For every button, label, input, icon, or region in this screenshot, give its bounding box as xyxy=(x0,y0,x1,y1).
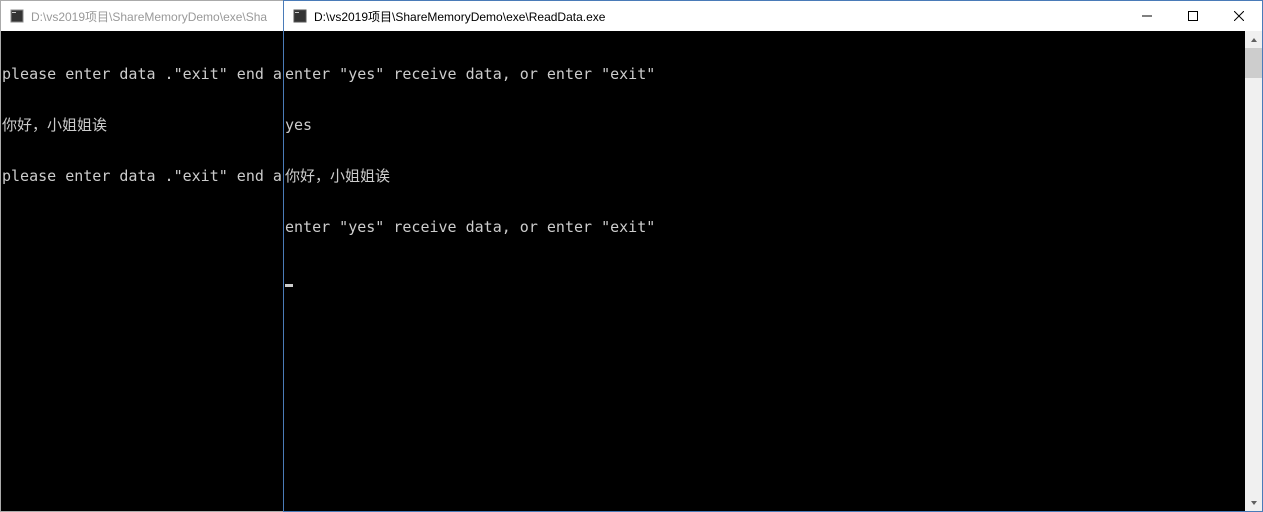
maximize-button[interactable] xyxy=(1170,1,1216,31)
console-window-right[interactable]: D:\vs2019项目\ShareMemoryDemo\exe\ReadData… xyxy=(283,0,1263,512)
console-line: 你好，小姐姐诶 xyxy=(285,168,1262,185)
titlebar-controls xyxy=(1124,1,1262,31)
window-title-right: D:\vs2019项目\ShareMemoryDemo\exe\ReadData… xyxy=(314,8,1124,25)
window-title-left: D:\vs2019项目\ShareMemoryDemo\exe\Sha xyxy=(31,8,283,25)
app-icon xyxy=(9,8,25,24)
console-output-left[interactable]: please enter data ."exit" end app 你好，小姐姐… xyxy=(1,31,283,511)
close-button[interactable] xyxy=(1216,1,1262,31)
scrollbar-track[interactable] xyxy=(1245,48,1262,494)
scrollbar-thumb[interactable] xyxy=(1245,48,1262,78)
console-line: please enter data ."exit" end app xyxy=(2,168,283,185)
text-cursor xyxy=(285,284,293,287)
console-line: enter "yes" receive data, or enter "exit… xyxy=(285,66,1262,83)
app-icon xyxy=(292,8,308,24)
console-line: 你好，小姐姐诶 xyxy=(2,117,283,134)
minimize-button[interactable] xyxy=(1124,1,1170,31)
console-line: please enter data ."exit" end app xyxy=(2,66,283,83)
titlebar-right[interactable]: D:\vs2019项目\ShareMemoryDemo\exe\ReadData… xyxy=(284,1,1262,31)
vertical-scrollbar[interactable] xyxy=(1245,31,1262,511)
scroll-up-button[interactable] xyxy=(1245,31,1262,48)
scroll-down-button[interactable] xyxy=(1245,494,1262,511)
console-output-right[interactable]: enter "yes" receive data, or enter "exit… xyxy=(284,31,1262,511)
console-window-left[interactable]: D:\vs2019项目\ShareMemoryDemo\exe\Sha plea… xyxy=(0,0,284,512)
titlebar-left[interactable]: D:\vs2019项目\ShareMemoryDemo\exe\Sha xyxy=(1,1,283,31)
console-line: yes xyxy=(285,117,1262,134)
console-line: enter "yes" receive data, or enter "exit… xyxy=(285,219,1262,236)
console-cursor-line xyxy=(285,270,1262,287)
